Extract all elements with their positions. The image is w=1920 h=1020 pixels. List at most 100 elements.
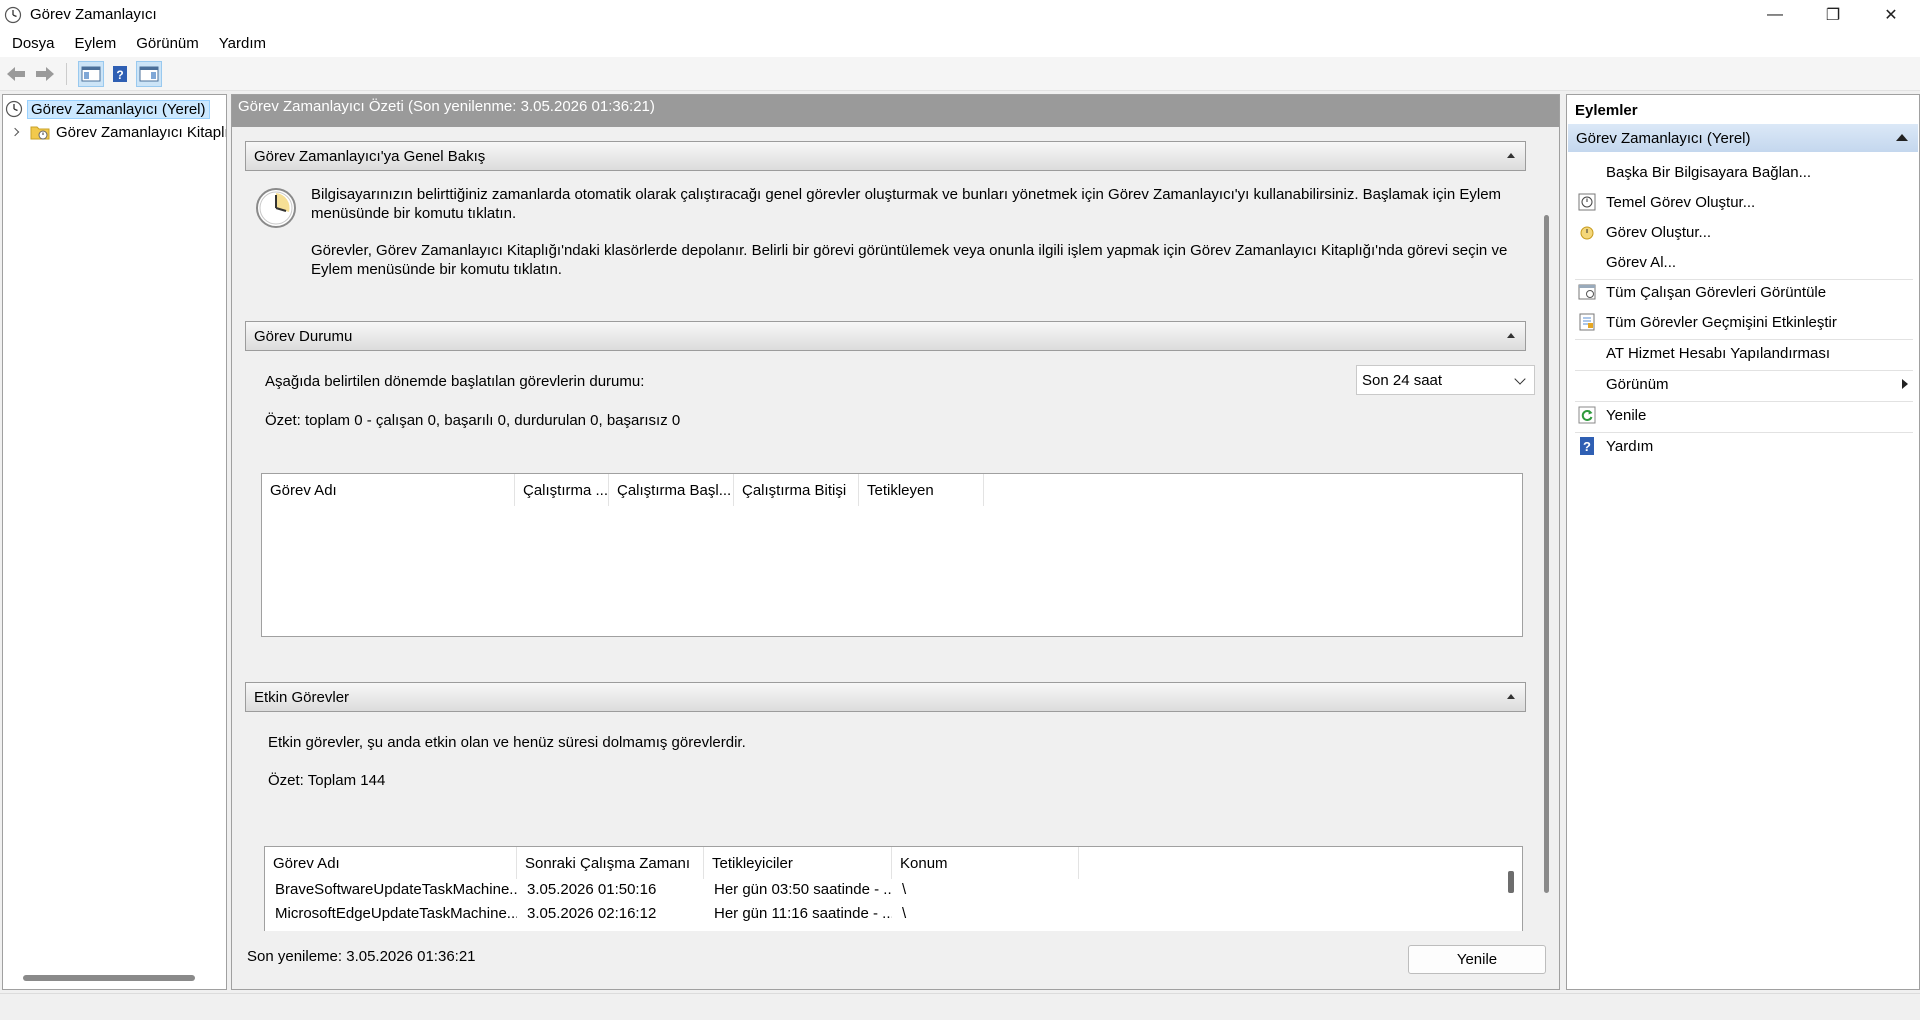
menu-view[interactable]: Görünüm: [124, 35, 207, 52]
task-status-section-header[interactable]: Görev Durumu: [245, 321, 1526, 351]
toolbar-separator: [66, 62, 67, 85]
action-refresh[interactable]: Yenile: [1568, 400, 1914, 430]
basic-task-icon: [1577, 192, 1597, 212]
menu-action[interactable]: Eylem: [63, 35, 125, 52]
blank-icon: [1577, 343, 1597, 363]
action-label: Yardım: [1606, 437, 1654, 455]
action-label: Görünüm: [1606, 375, 1669, 393]
vertical-scrollbar[interactable]: [1544, 215, 1549, 893]
table-row[interactable]: MicrosoftEdgeUpdateTaskMachine... 3.05.2…: [265, 901, 1079, 925]
action-enable-history[interactable]: Tüm Görevler Geçmişini Etkinleştir: [1568, 307, 1914, 337]
period-dropdown[interactable]: Son 24 saat: [1356, 365, 1535, 395]
back-arrow-icon[interactable]: [3, 61, 29, 87]
column-run-result[interactable]: Çalıştırma ...: [515, 474, 609, 506]
column-triggers[interactable]: Tetikleyiciler: [704, 847, 892, 879]
active-tasks-section-header[interactable]: Etkin Görevler: [245, 682, 1526, 712]
active-tasks-section-body: Etkin görevler, şu anda etkin olan ve he…: [245, 712, 1526, 933]
status-summary: Özet: toplam 0 - çalışan 0, başarılı 0, …: [265, 412, 681, 429]
chevron-right-icon[interactable]: [10, 127, 20, 137]
close-button[interactable]: ✕: [1862, 0, 1920, 29]
action-at-service-account[interactable]: AT Hizmet Hesabı Yapılandırması: [1568, 338, 1914, 368]
active-tasks-summary: Özet: Toplam 144: [268, 772, 386, 789]
action-display-running-tasks[interactable]: Tüm Çalışan Görevleri Görüntüle: [1568, 277, 1914, 307]
active-tasks-description: Etkin görevler, şu anda etkin olan ve he…: [268, 734, 746, 751]
column-run-end[interactable]: Çalıştırma Bitişi: [734, 474, 859, 506]
column-task-name[interactable]: Görev Adı: [262, 474, 515, 506]
action-label: Tüm Görevler Geçmişini Etkinleştir: [1606, 313, 1837, 331]
refresh-icon: [1577, 405, 1597, 425]
collapse-icon[interactable]: [1507, 153, 1515, 158]
actions-pane: Eylemler Görev Zamanlayıcı (Yerel) Başka…: [1566, 94, 1920, 990]
tree-item-label: Görev Zamanlayıcı (Yerel): [27, 99, 210, 119]
minimize-button[interactable]: —: [1746, 0, 1804, 29]
overview-section-title: Görev Zamanlayıcı'ya Genel Bakış: [254, 147, 486, 165]
action-import-task[interactable]: Görev Al...: [1568, 247, 1914, 277]
task-status-section-title: Görev Durumu: [254, 327, 353, 345]
list-scrollbar-thumb[interactable]: [1508, 871, 1514, 893]
show-hide-console-tree-icon[interactable]: [78, 60, 104, 87]
forward-arrow-icon[interactable]: [32, 61, 58, 87]
overview-text: Eylem menüsünde bir komutu tıklatın.: [311, 261, 562, 278]
collapse-icon[interactable]: [1507, 333, 1515, 338]
show-hide-action-pane-icon[interactable]: [136, 60, 162, 87]
window-title: Görev Zamanlayıcı: [30, 6, 157, 23]
action-help[interactable]: ? Yardım: [1568, 431, 1914, 461]
triggers-cell: Her gün 11:16 saatinde - ...: [714, 904, 892, 922]
horizontal-scrollbar[interactable]: [23, 975, 195, 981]
collapse-icon[interactable]: [1896, 134, 1908, 141]
clock-app-icon: [4, 6, 22, 23]
task-status-list-header: Görev Adı Çalıştırma ... Çalıştırma Başl…: [262, 474, 984, 506]
overview-section-header[interactable]: Görev Zamanlayıcı'ya Genel Bakış: [245, 141, 1526, 171]
create-task-icon: [1577, 222, 1597, 242]
action-label: Görev Oluştur...: [1606, 223, 1712, 241]
column-location[interactable]: Konum: [892, 847, 1079, 879]
action-connect-another-computer[interactable]: Başka Bir Bilgisayara Bağlan...: [1568, 157, 1914, 187]
title-bar: Görev Zamanlayıcı — ❐ ✕: [0, 0, 1920, 29]
active-tasks-list[interactable]: Görev Adı Sonraki Çalışma Zamanı Tetikle…: [264, 846, 1523, 933]
blank-icon: [1577, 252, 1597, 272]
toolbar: ?: [0, 57, 1920, 91]
tree-item-local[interactable]: Görev Zamanlayıcı (Yerel): [5, 98, 210, 120]
action-label: Temel Görev Oluştur...: [1606, 193, 1756, 211]
refresh-button[interactable]: Yenile: [1408, 945, 1546, 974]
last-refresh-text: Son yenileme: 3.05.2026 01:36:21: [247, 948, 476, 965]
overview-paragraph-2: Görevler, Görev Zamanlayıcı Kitaplığı'nd…: [311, 241, 1507, 279]
active-tasks-section-title: Etkin Görevler: [254, 688, 350, 706]
svg-text:?: ?: [1583, 439, 1591, 454]
table-row[interactable]: BraveSoftwareUpdateTaskMachine... 3.05.2…: [265, 877, 1079, 901]
column-next-run-time[interactable]: Sonraki Çalışma Zamanı: [517, 847, 704, 879]
active-tasks-list-header: Görev Adı Sonraki Çalışma Zamanı Tetikle…: [265, 847, 1079, 879]
action-view[interactable]: Görünüm: [1568, 369, 1914, 399]
menu-help[interactable]: Yardım: [207, 35, 274, 52]
restore-button[interactable]: ❐: [1804, 0, 1862, 29]
period-dropdown-value: Son 24 saat: [1362, 371, 1443, 389]
triggers-cell: Her gün 03:50 saatinde - ...: [714, 880, 892, 898]
action-create-task[interactable]: Görev Oluştur...: [1568, 217, 1914, 247]
collapse-icon[interactable]: [1507, 694, 1515, 699]
tree-item-label: Görev Zamanlayıcı Kitaplığı: [56, 123, 227, 141]
help-icon[interactable]: ?: [107, 61, 133, 87]
overview-text: Bilgisayarınızın belirttiğiniz zamanlard…: [311, 186, 1502, 203]
tree-item-library[interactable]: Görev Zamanlayıcı Kitaplığı: [10, 121, 227, 143]
column-run-start[interactable]: Çalıştırma Başl...: [609, 474, 734, 506]
console-tree: Görev Zamanlayıcı (Yerel) Görev Zamanlay…: [2, 94, 227, 990]
period-label: Aşağıda belirtilen dönemde başlatılan gö…: [265, 373, 645, 390]
summary-scroll-area: Görev Zamanlayıcı'ya Genel Bakış Bilgisa…: [232, 127, 1559, 933]
menu-file[interactable]: Dosya: [0, 35, 63, 52]
next-run-cell: 3.05.2026 02:16:12: [527, 904, 657, 922]
summary-header: Görev Zamanlayıcı Özeti (Son yenilenme: …: [232, 95, 1559, 127]
task-status-list[interactable]: Görev Adı Çalıştırma ... Çalıştırma Başl…: [261, 473, 1523, 637]
clock-icon: [256, 188, 296, 228]
overview-section-body: Bilgisayarınızın belirttiğiniz zamanlard…: [245, 171, 1526, 309]
column-triggered-by[interactable]: Tetikleyen: [859, 474, 984, 506]
task-name-cell: BraveSoftwareUpdateTaskMachine...: [275, 880, 517, 898]
location-cell: \: [902, 880, 907, 898]
actions-title: Eylemler: [1575, 102, 1638, 119]
summary-pane: Görev Zamanlayıcı Özeti (Son yenilenme: …: [231, 94, 1560, 990]
overview-text: menüsünde bir komutu tıklatın.: [311, 205, 517, 222]
history-icon: [1577, 312, 1597, 332]
column-task-name[interactable]: Görev Adı: [265, 847, 517, 879]
actions-group-header[interactable]: Görev Zamanlayıcı (Yerel): [1568, 124, 1918, 152]
action-create-basic-task[interactable]: Temel Görev Oluştur...: [1568, 187, 1914, 217]
summary-footer: Son yenileme: 3.05.2026 01:36:21 Yenile: [232, 931, 1559, 989]
